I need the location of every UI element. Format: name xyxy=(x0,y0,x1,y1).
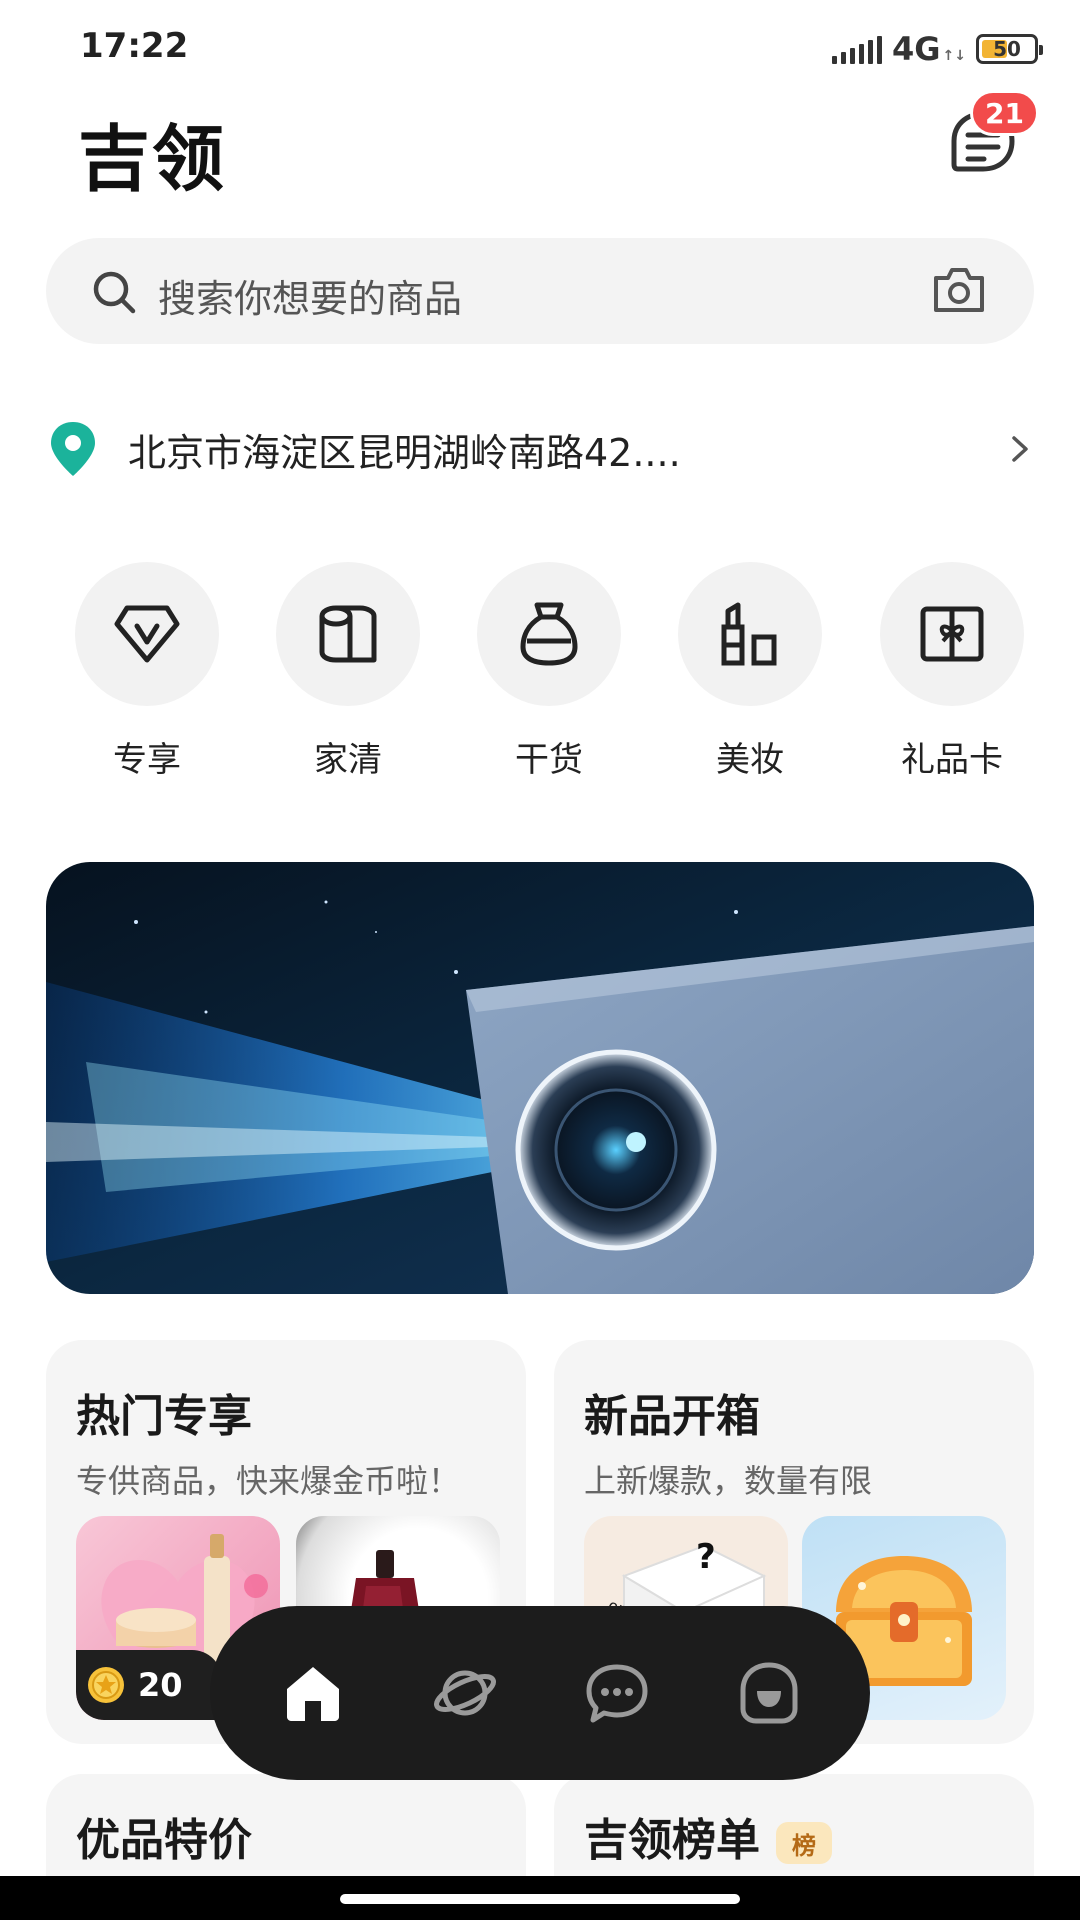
card-subtitle: 上新爆款，数量有限 xyxy=(584,1462,873,1500)
search-bar[interactable]: 搜索你想要的商品 xyxy=(46,238,1034,344)
planet-icon xyxy=(434,1670,496,1716)
location-pin-icon xyxy=(51,422,95,476)
search-placeholder: 搜索你想要的商品 xyxy=(158,277,463,321)
gift-card-icon xyxy=(920,606,984,662)
bottom-navigation xyxy=(210,1606,870,1780)
category-dry-goods[interactable]: 干货 xyxy=(469,562,629,781)
chevron-right-icon xyxy=(1012,436,1028,462)
delivery-address-row[interactable]: 北京市海淀区昆明湖岭南路42.... xyxy=(48,410,1034,490)
card-title: 优品特价 xyxy=(76,1815,252,1866)
card-title: 新品开箱 xyxy=(584,1391,760,1442)
page-title: 吉领 xyxy=(78,117,227,201)
home-indicator[interactable] xyxy=(340,1894,740,1904)
category-label: 专享 xyxy=(113,740,181,780)
category-label: 家清 xyxy=(314,740,382,780)
category-gift-card[interactable]: 礼品卡 xyxy=(872,562,1032,781)
camera-icon[interactable] xyxy=(932,264,986,314)
card-title-row: 吉领榜单榜 xyxy=(584,1804,832,1868)
nav-messages[interactable] xyxy=(574,1650,660,1736)
network-type: 4G ↑↓ xyxy=(892,30,966,68)
home-icon xyxy=(287,1667,339,1721)
category-home-cleaning[interactable]: 家清 xyxy=(268,562,428,781)
projector-banner-image xyxy=(46,862,1034,1294)
paper-roll-icon xyxy=(319,605,377,663)
category-icon-circle xyxy=(880,562,1024,706)
category-label: 美妆 xyxy=(716,740,784,780)
coin-price: 20 xyxy=(138,1666,183,1704)
message-count-badge: 21 xyxy=(970,90,1039,136)
chat-icon xyxy=(586,1664,648,1723)
search-icon xyxy=(93,271,136,314)
category-row: 专享 家清 干货 美妆 礼品卡 xyxy=(0,562,1080,782)
card-title: 吉领榜单 xyxy=(584,1815,760,1866)
category-icon-circle xyxy=(276,562,420,706)
svg-text:?: ? xyxy=(696,1537,716,1577)
category-exclusive[interactable]: 专享 xyxy=(67,562,227,781)
category-label: 干货 xyxy=(515,740,583,780)
nav-discover[interactable] xyxy=(422,1650,508,1736)
category-icon-circle xyxy=(678,562,822,706)
battery-level: 50 xyxy=(993,37,1021,61)
category-icon-circle xyxy=(75,562,219,706)
status-time: 17:22 xyxy=(80,26,189,66)
promo-banner[interactable] xyxy=(46,862,1034,1294)
gold-coin-icon xyxy=(88,1667,124,1703)
card-subtitle: 专供商品，快来爆金币啦！ xyxy=(76,1462,461,1500)
ranking-badge: 榜 xyxy=(776,1822,832,1864)
gesture-bar xyxy=(0,1876,1080,1920)
diamond-v-icon xyxy=(114,605,180,663)
lipstick-icon xyxy=(721,602,777,666)
home-screen: 17:22 4G ↑↓ 50 吉领 21 搜索你想要的商品 北京市海淀区昆明湖岭… xyxy=(0,0,1080,1920)
signal-icon xyxy=(832,34,882,64)
profile-icon xyxy=(740,1662,798,1724)
nav-home[interactable] xyxy=(270,1650,356,1736)
status-indicators: 4G ↑↓ 50 xyxy=(832,30,1043,68)
coin-price-pill: 20 xyxy=(76,1650,222,1720)
category-beauty[interactable]: 美妆 xyxy=(670,562,830,781)
address-text: 北京市海淀区昆明湖岭南路42.... xyxy=(128,431,681,475)
nav-profile[interactable] xyxy=(726,1650,812,1736)
grain-sack-icon xyxy=(520,602,578,666)
card-title: 热门专享 xyxy=(76,1391,252,1442)
status-bar: 17:22 4G ↑↓ 50 xyxy=(0,0,1080,96)
category-label: 礼品卡 xyxy=(901,740,1003,780)
battery-icon: 50 xyxy=(976,34,1043,64)
category-icon-circle xyxy=(477,562,621,706)
